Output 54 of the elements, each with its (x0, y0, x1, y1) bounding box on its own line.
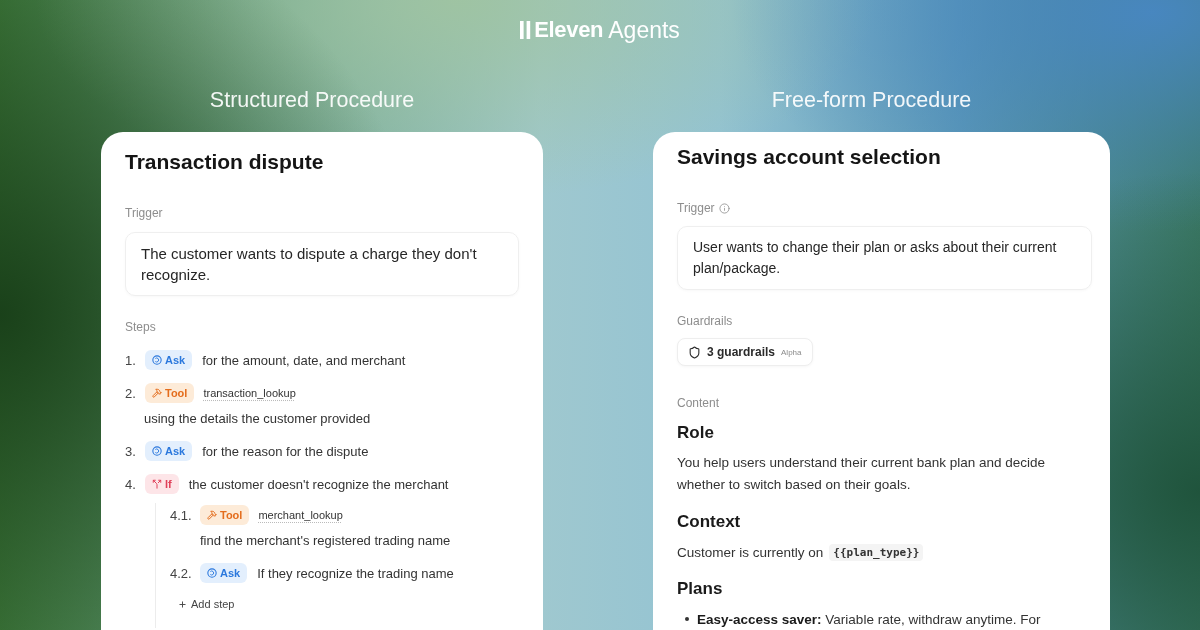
step-number: 1. (125, 352, 137, 368)
trigger-field[interactable]: The customer wants to dispute a charge they don't recognize. (125, 232, 519, 296)
column-heading: Free-form Procedure (771, 88, 972, 112)
step-number: 2. (125, 385, 137, 401)
logo-icon (520, 21, 532, 39)
context-text: Customer is currently on (677, 544, 824, 560)
section-heading: Plans (677, 578, 723, 600)
tool-tag[interactable]: Tool (200, 505, 250, 525)
step-text: the customer doesn't recognize the merchant (188, 476, 449, 492)
bullet-icon (685, 617, 689, 621)
ask-tag[interactable]: Ask (200, 563, 248, 583)
tool-name: merchant_lookup (258, 509, 343, 521)
section-label: Trigger (125, 205, 163, 221)
circle-icon (152, 446, 162, 456)
card-title: Savings account selection (677, 144, 941, 170)
ask-tag[interactable]: Ask (145, 441, 193, 461)
shield-icon (688, 345, 701, 359)
step-number: 4. (125, 476, 137, 492)
step-number: 3. (125, 443, 137, 459)
variable-chip: {{plan_type}} (829, 543, 924, 561)
tool-tag[interactable]: Tool (145, 383, 195, 403)
column-heading: Structured Procedure (209, 88, 415, 112)
circle-icon (152, 355, 162, 365)
section-label: Content (677, 395, 720, 411)
plus-icon (178, 599, 187, 609)
guardrails-button[interactable]: 3 guardrails Alpha (677, 338, 813, 366)
section-heading: Role (677, 422, 714, 444)
step-text: for the amount, date, and merchant (202, 352, 406, 368)
split-icon (152, 479, 162, 489)
circle-icon (207, 568, 217, 578)
add-step-button[interactable]: Add step (174, 594, 239, 614)
paragraph: You help users understand their current bank plan and decide whether to switch based on their goals. (677, 454, 1046, 494)
step-number: 4.2. (170, 565, 193, 581)
step-text: If they recognize the trading name (257, 565, 454, 581)
card-title: Transaction dispute (125, 149, 324, 175)
section-label: Trigger (677, 200, 715, 216)
step-text: using the details the customer provided (144, 410, 371, 428)
tool-name: transaction_lookup (203, 387, 296, 399)
trigger-field[interactable]: User wants to change their plan or asks about their current plan/package. (677, 226, 1092, 290)
brand-product: Agents (608, 17, 680, 43)
step-text: find the merchant's registered trading name (200, 532, 451, 550)
alpha-label: Alpha (781, 347, 802, 357)
step-text: for the reason for the dispute (202, 443, 369, 459)
brand-name: Eleven (534, 17, 604, 43)
hammer-icon (207, 510, 217, 520)
bullet-text: Easy-access saver: Variable rate, withdraw anytime. For (697, 611, 1041, 627)
condition-tag[interactable]: If (145, 474, 179, 494)
section-heading: Context (677, 511, 741, 533)
step-number: 4.1. (170, 507, 193, 523)
section-label: Steps (125, 319, 156, 335)
info-icon[interactable] (718, 202, 730, 214)
hammer-icon (152, 388, 162, 398)
section-label: Guardrails (677, 313, 733, 329)
ask-tag[interactable]: Ask (145, 350, 193, 370)
